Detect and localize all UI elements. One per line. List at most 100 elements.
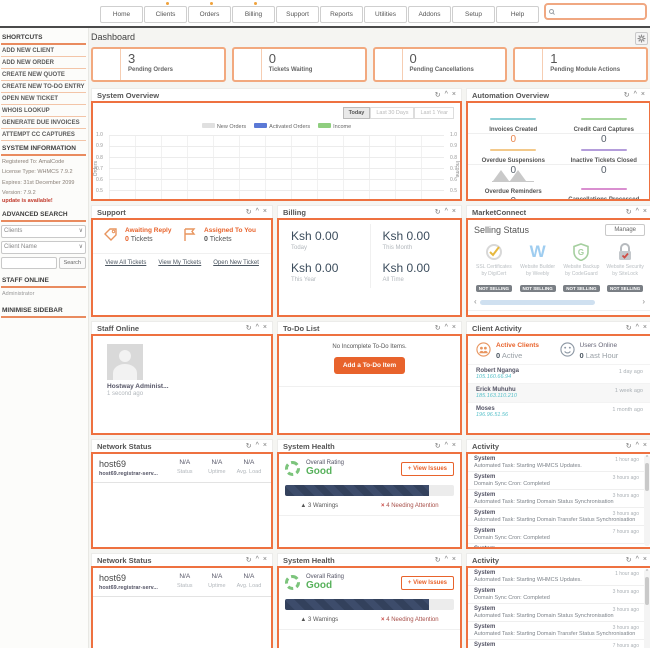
stat-tickets-waiting[interactable]: 0 Tickets Waiting bbox=[231, 47, 367, 82]
add-todo-button[interactable]: Add a To-Do Item bbox=[333, 357, 406, 374]
close-icon[interactable]: × bbox=[643, 324, 647, 332]
collapse-icon[interactable]: ^ bbox=[636, 556, 639, 564]
search-field-select[interactable]: Client Name ∨ bbox=[1, 241, 86, 254]
collapse-icon[interactable]: ^ bbox=[256, 442, 259, 450]
panel-marketconnect: MarketConnect ↻ ^ × Selling Status Manage … bbox=[466, 205, 650, 317]
tab-support[interactable]: Support bbox=[276, 6, 319, 23]
refresh-icon[interactable]: ↻ bbox=[246, 556, 252, 564]
activity-scrollbar[interactable]: ^ bbox=[644, 455, 650, 546]
refresh-icon[interactable]: ↻ bbox=[435, 324, 441, 332]
product-website-builder[interactable]: W Website Builder by Weebly NOT SELLING bbox=[516, 241, 560, 295]
stat-pending-cancellations[interactable]: 0 Pending Cancellations bbox=[372, 47, 508, 82]
sidebar-item-add-new-client[interactable]: ADD NEW CLIENT bbox=[1, 45, 86, 57]
refresh-icon[interactable]: ↻ bbox=[435, 556, 441, 564]
collapse-icon[interactable]: ^ bbox=[445, 91, 448, 99]
collapse-icon[interactable]: ^ bbox=[256, 324, 259, 332]
collapse-icon[interactable]: ^ bbox=[445, 324, 448, 332]
sidebar-item-open-new-ticket[interactable]: OPEN NEW TICKET bbox=[1, 93, 86, 105]
tab-orders[interactable]: Orders bbox=[188, 2, 231, 23]
refresh-icon[interactable]: ↻ bbox=[435, 442, 441, 450]
sidebar-item-whois-lookup[interactable]: WHOIS LOOKUP bbox=[1, 105, 86, 117]
close-icon[interactable]: × bbox=[641, 91, 645, 99]
needing-attention-count[interactable]: 4 Needing Attention bbox=[386, 617, 438, 623]
minimise-sidebar-button[interactable]: MINIMISE SIDEBAR bbox=[1, 303, 86, 318]
activity-scrollbar[interactable]: ^ bbox=[644, 569, 650, 648]
view-issues-button[interactable]: + View Issues bbox=[400, 575, 454, 590]
close-icon[interactable]: × bbox=[263, 208, 267, 216]
sidebar-item-generate-due-invoices[interactable]: GENERATE DUE INVOICES bbox=[1, 117, 86, 129]
close-icon[interactable]: × bbox=[452, 324, 456, 332]
needing-attention-count[interactable]: 4 Needing Attention bbox=[386, 503, 438, 509]
product-scrollbar[interactable] bbox=[479, 299, 640, 305]
warnings-count[interactable]: 3 Warnings bbox=[308, 503, 338, 509]
sidebar: SHORTCUTS ADD NEW CLIENT ADD NEW ORDER C… bbox=[0, 28, 89, 648]
tab-help[interactable]: Help bbox=[496, 6, 539, 23]
close-icon[interactable]: × bbox=[452, 91, 456, 99]
dashboard-settings-button[interactable] bbox=[635, 32, 648, 45]
tab-home[interactable]: Home bbox=[100, 6, 143, 23]
refresh-icon[interactable]: ↻ bbox=[624, 91, 630, 99]
stat-pending-orders[interactable]: 3 Pending Orders bbox=[91, 47, 226, 82]
close-icon[interactable]: × bbox=[643, 442, 647, 450]
manage-button[interactable]: Manage bbox=[605, 224, 645, 236]
view-issues-button[interactable]: + View Issues bbox=[400, 461, 454, 476]
range-button-1-year[interactable]: Last 1 Year bbox=[414, 107, 454, 119]
product-website-backup[interactable]: G Website Backup by CodeGuard NOT SELLING bbox=[560, 241, 604, 295]
stat-pending-module-actions[interactable]: 1 Pending Module Actions bbox=[513, 47, 648, 82]
update-available-notice[interactable]: update is available! bbox=[1, 197, 86, 207]
open-new-ticket-link[interactable]: Open New Ticket bbox=[213, 260, 259, 266]
refresh-icon[interactable]: ↻ bbox=[435, 208, 441, 216]
tab-billing[interactable]: Billing bbox=[232, 2, 275, 23]
view-all-tickets-link[interactable]: View All Tickets bbox=[105, 260, 146, 266]
collapse-icon[interactable]: ^ bbox=[634, 91, 637, 99]
sidebar-item-create-new-todo[interactable]: CREATE NEW TO-DO ENTRY bbox=[1, 81, 86, 93]
collapse-icon[interactable]: ^ bbox=[636, 324, 639, 332]
refresh-icon[interactable]: ↻ bbox=[626, 324, 632, 332]
collapse-icon[interactable]: ^ bbox=[636, 442, 639, 450]
refresh-icon[interactable]: ↻ bbox=[626, 208, 632, 216]
search-input[interactable] bbox=[557, 8, 637, 15]
range-button-today[interactable]: Today bbox=[342, 107, 371, 119]
sidebar-item-attempt-cc-captures[interactable]: ATTEMPT CC CAPTURES bbox=[1, 129, 86, 141]
sidebar-item-add-new-order[interactable]: ADD NEW ORDER bbox=[1, 57, 86, 69]
collapse-icon[interactable]: ^ bbox=[636, 208, 639, 216]
refresh-icon[interactable]: ↻ bbox=[435, 91, 441, 99]
tab-reports[interactable]: Reports bbox=[320, 6, 363, 23]
global-search-box[interactable] bbox=[544, 3, 647, 20]
scroll-right-icon[interactable]: › bbox=[642, 298, 645, 306]
collapse-icon[interactable]: ^ bbox=[256, 208, 259, 216]
close-icon[interactable]: × bbox=[643, 556, 647, 564]
scroll-left-icon[interactable]: ‹ bbox=[474, 298, 477, 306]
refresh-icon[interactable]: ↻ bbox=[626, 442, 632, 450]
close-icon[interactable]: × bbox=[263, 556, 267, 564]
advanced-search-button[interactable]: Search bbox=[58, 257, 86, 269]
collapse-icon[interactable]: ^ bbox=[445, 208, 448, 216]
close-icon[interactable]: × bbox=[452, 442, 456, 450]
refresh-icon[interactable]: ↻ bbox=[246, 208, 252, 216]
close-icon[interactable]: × bbox=[452, 208, 456, 216]
tab-addons[interactable]: Addons bbox=[408, 6, 451, 23]
sidebar-item-create-new-quote[interactable]: CREATE NEW QUOTE bbox=[1, 69, 86, 81]
refresh-icon[interactable]: ↻ bbox=[626, 556, 632, 564]
search-type-select[interactable]: Clients ∨ bbox=[1, 225, 86, 238]
tab-utilities[interactable]: Utilities bbox=[364, 6, 407, 23]
collapse-icon[interactable]: ^ bbox=[256, 556, 259, 564]
close-icon[interactable]: × bbox=[643, 208, 647, 216]
collapse-icon[interactable]: ^ bbox=[445, 556, 448, 564]
refresh-icon[interactable]: ↻ bbox=[246, 324, 252, 332]
tab-setup[interactable]: Setup bbox=[452, 6, 495, 23]
close-icon[interactable]: × bbox=[452, 556, 456, 564]
server-row[interactable]: host69 host69.registrar-serv... N/A Status… bbox=[93, 568, 271, 597]
tab-clients[interactable]: Clients bbox=[144, 2, 187, 23]
advanced-search-input[interactable] bbox=[1, 257, 57, 269]
product-ssl-certificates[interactable]: SSL Certificates by DigiCert NOT SELLING bbox=[472, 241, 516, 295]
warnings-count[interactable]: 3 Warnings bbox=[308, 617, 338, 623]
close-icon[interactable]: × bbox=[263, 442, 267, 450]
range-button-30-days[interactable]: Last 30 Days bbox=[370, 107, 415, 119]
collapse-icon[interactable]: ^ bbox=[445, 442, 448, 450]
server-row[interactable]: host69 host69.registrar-serv... N/A Status… bbox=[93, 454, 271, 483]
close-icon[interactable]: × bbox=[263, 324, 267, 332]
view-my-tickets-link[interactable]: View My Tickets bbox=[158, 260, 201, 266]
product-website-security[interactable]: Website Security by SiteLock NOT SELLING bbox=[603, 241, 647, 295]
refresh-icon[interactable]: ↻ bbox=[246, 442, 252, 450]
